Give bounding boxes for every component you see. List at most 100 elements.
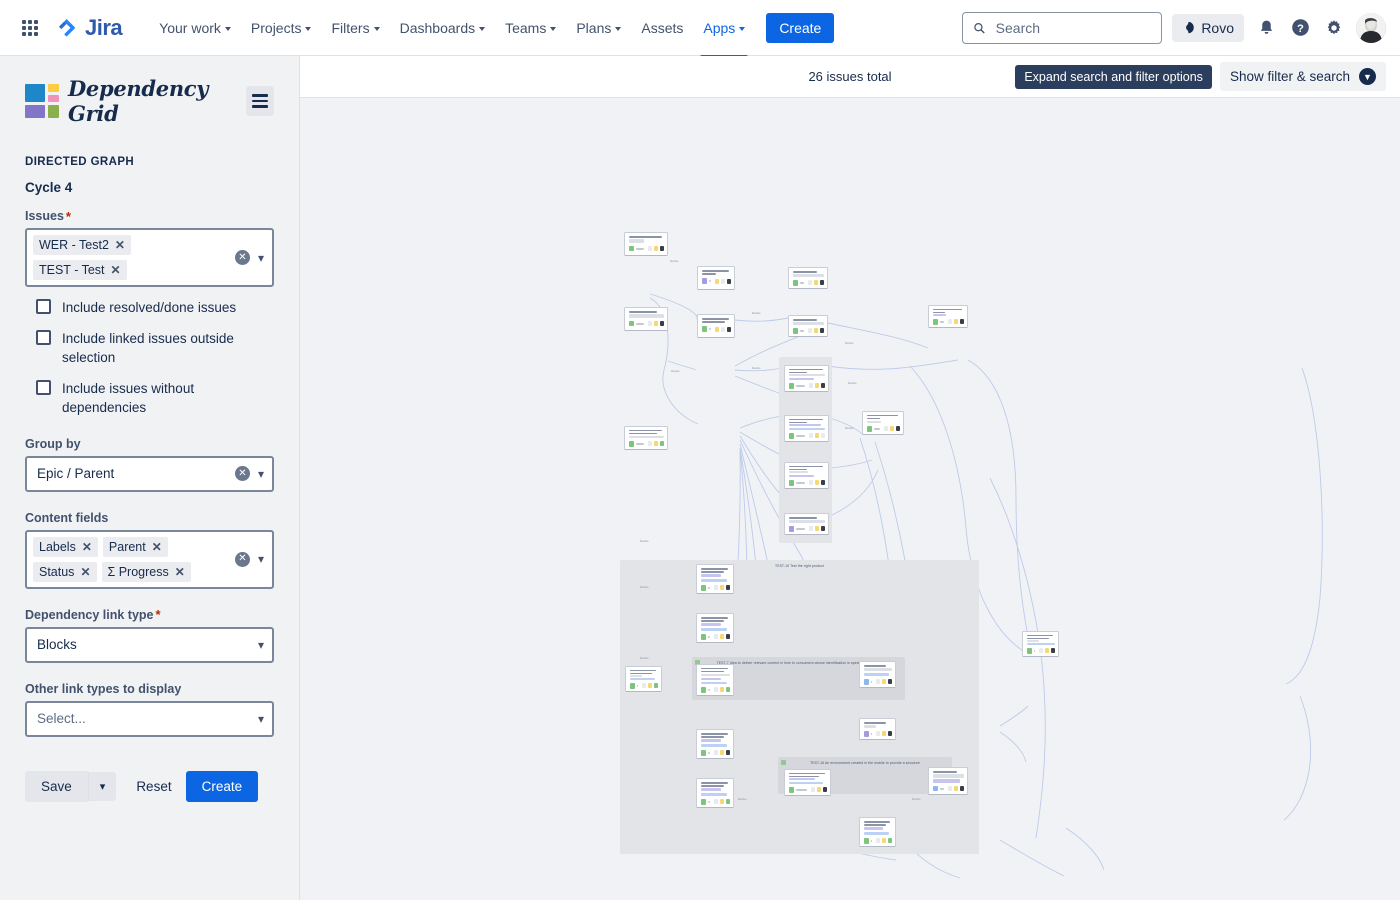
close-icon[interactable]: ✕	[175, 565, 185, 579]
graph-group-container[interactable]: TEST-15 Test the right product	[620, 560, 979, 854]
graph-node[interactable]	[859, 718, 896, 740]
checkbox-row-resolved[interactable]: Include resolved/done issues	[36, 298, 274, 318]
graph-node[interactable]	[928, 305, 968, 328]
clear-icon[interactable]: ✕	[234, 250, 250, 265]
close-icon[interactable]: ✕	[115, 238, 125, 252]
node-status-icon	[700, 750, 706, 756]
group-by-select[interactable]: Epic / Parent ✕ ▾	[25, 455, 274, 492]
graph-node[interactable]	[788, 315, 828, 337]
checkbox-include-resolved[interactable]	[36, 299, 51, 314]
settings-button[interactable]	[1318, 12, 1350, 44]
node-field-chip	[788, 424, 821, 427]
node-avatar	[659, 321, 664, 327]
show-filter-search-button[interactable]: Show filter & search ▼	[1219, 62, 1386, 91]
graph-node[interactable]	[624, 232, 668, 256]
issues-select[interactable]: WER - Test2 ✕ TEST - Test ✕ ✕ ▾	[25, 228, 274, 287]
graph-node[interactable]	[1022, 631, 1059, 657]
content-fields-select[interactable]: Labels ✕ Parent ✕ Status ✕ Σ Progress ✕	[25, 529, 274, 589]
content-field-chip[interactable]: Parent ✕	[102, 536, 168, 557]
node-progress-chip	[875, 679, 880, 685]
close-icon[interactable]: ✕	[152, 540, 162, 554]
node-title-line	[700, 670, 724, 673]
node-progress-chip	[653, 246, 658, 252]
node-status-label	[708, 800, 710, 803]
issue-chip[interactable]: TEST - Test ✕	[33, 260, 127, 280]
nav-item-dashboards[interactable]: Dashboards	[391, 14, 495, 42]
node-progress-chip	[713, 750, 718, 756]
reset-button[interactable]: Reset	[122, 771, 185, 802]
graph-node[interactable]	[696, 778, 734, 808]
content-field-chip[interactable]: Status ✕	[33, 561, 97, 582]
notifications-button[interactable]	[1250, 12, 1282, 44]
app-switcher-button[interactable]	[14, 12, 46, 44]
graph-node[interactable]	[696, 564, 734, 594]
close-icon[interactable]: ✕	[82, 540, 92, 554]
graph-node[interactable]	[697, 266, 735, 290]
checkbox-row-without-deps[interactable]: Include issues without dependencies	[36, 379, 274, 418]
nav-item-projects[interactable]: Projects	[242, 14, 321, 42]
graph-node[interactable]	[784, 415, 829, 442]
chevron-down-icon[interactable]: ▾	[258, 639, 264, 651]
node-progress-chip	[719, 750, 724, 756]
graph-node[interactable]	[696, 613, 734, 643]
graph-node[interactable]	[784, 513, 829, 535]
node-field-chip	[628, 239, 645, 243]
checkbox-include-without-dependencies[interactable]	[36, 379, 51, 395]
checkbox-include-linked-outside[interactable]	[36, 329, 51, 345]
graph-node[interactable]	[784, 769, 831, 796]
chevron-down-icon[interactable]: ▾	[258, 468, 264, 480]
close-icon[interactable]: ✕	[111, 263, 121, 277]
nav-item-apps[interactable]: Apps	[694, 14, 754, 58]
graph-node[interactable]	[859, 661, 896, 688]
graph-node[interactable]	[928, 767, 968, 795]
user-avatar[interactable]	[1356, 12, 1386, 43]
chevron-down-icon[interactable]: ▾	[258, 553, 264, 565]
graph-node[interactable]	[697, 314, 735, 338]
create-button[interactable]: Create	[766, 12, 835, 43]
content-field-chip[interactable]: Labels ✕	[33, 536, 98, 557]
nav-item-teams[interactable]: Teams	[496, 14, 565, 42]
other-link-types-select[interactable]: Select... ▾	[25, 700, 274, 737]
clear-icon[interactable]: ✕	[234, 551, 250, 567]
hamburger-menu-icon[interactable]	[246, 86, 274, 116]
nav-item-plans[interactable]: Plans	[567, 14, 630, 42]
chevron-down-icon[interactable]: ▾	[258, 252, 264, 264]
chip-label: Σ Progress	[107, 564, 169, 579]
issue-chip[interactable]: WER - Test2 ✕	[33, 235, 131, 255]
jira-home-link[interactable]: Jira	[50, 11, 128, 45]
graph-node[interactable]	[624, 426, 668, 450]
node-footer	[788, 787, 827, 793]
dependency-graph-canvas[interactable]: TEST-15 Test the right product TEST-7 Id…	[300, 98, 1400, 900]
help-button[interactable]: ?	[1284, 12, 1316, 44]
nav-item-assets[interactable]: Assets	[632, 14, 692, 42]
graph-node[interactable]	[696, 729, 734, 759]
node-progress-chip	[881, 679, 886, 685]
graph-node[interactable]	[696, 664, 734, 696]
node-title-line	[700, 736, 724, 738]
chevron-down-icon[interactable]: ▾	[258, 713, 264, 725]
graph-node[interactable]	[784, 462, 829, 489]
save-dropdown-button[interactable]: ▾	[87, 771, 117, 801]
graph-node[interactable]	[788, 267, 828, 289]
dependency-link-type-select[interactable]: Blocks ▾	[25, 626, 274, 663]
save-button[interactable]: Save	[25, 770, 88, 802]
graph-node[interactable]	[625, 666, 662, 692]
close-icon[interactable]: ✕	[80, 565, 90, 579]
graph-node[interactable]	[784, 365, 829, 392]
clear-icon[interactable]: ✕	[234, 466, 250, 482]
other-link-types-tools: ▾	[258, 713, 266, 725]
graph-node[interactable]	[624, 307, 668, 331]
checkbox-row-linked-outside[interactable]: Include linked issues outside selection	[36, 329, 274, 368]
rovo-button[interactable]: Rovo	[1172, 13, 1244, 42]
search-input[interactable]	[993, 18, 1152, 37]
global-search[interactable]	[962, 11, 1163, 44]
graph-node[interactable]	[862, 411, 904, 435]
content-field-chip[interactable]: Σ Progress ✕	[101, 561, 191, 582]
node-footer	[701, 326, 731, 332]
create-graph-button[interactable]: Create	[185, 770, 259, 802]
graph-node[interactable]	[859, 817, 896, 847]
node-avatar	[820, 526, 825, 532]
node-status-label	[708, 635, 710, 638]
nav-item-your-work[interactable]: Your work	[150, 14, 240, 42]
nav-item-filters[interactable]: Filters	[322, 14, 388, 42]
